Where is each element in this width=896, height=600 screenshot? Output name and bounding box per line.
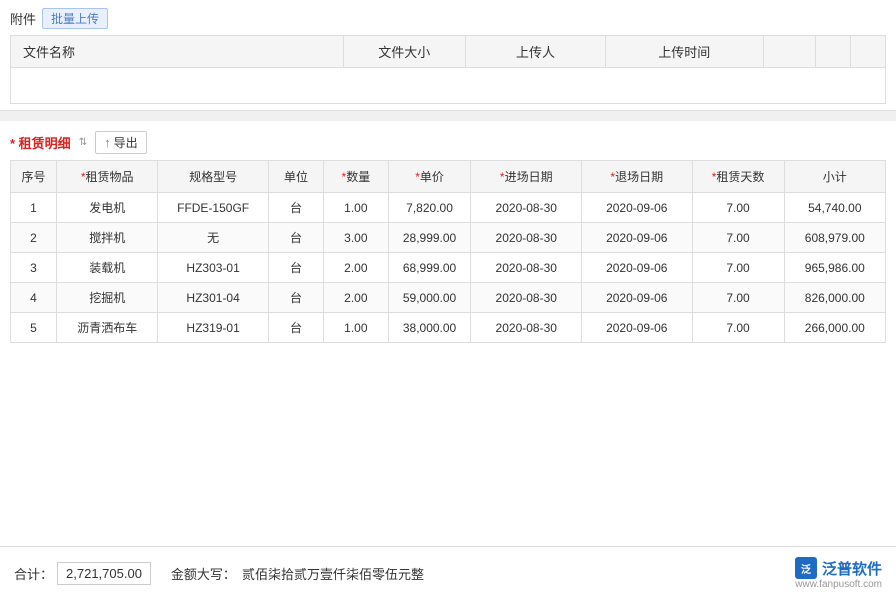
cell-unit: 台 <box>268 313 323 343</box>
cell-entry_date: 2020-08-30 <box>471 253 582 283</box>
total-label: 合计： <box>14 564 53 583</box>
rental-section: 租赁明细 ⇅ ↑ 导出 序号 *租赁物品 规格型号 单位 *数量 *单价 *进场… <box>0 121 896 546</box>
col-price: *单价 <box>388 161 471 193</box>
cell-price: 28,999.00 <box>388 223 471 253</box>
cell-exit_date: 2020-09-06 <box>582 193 693 223</box>
cell-price: 59,000.00 <box>388 283 471 313</box>
cell-seq: 4 <box>11 283 57 313</box>
col-days: *租赁天数 <box>692 161 784 193</box>
cell-exit_date: 2020-09-06 <box>582 253 693 283</box>
cell-unit: 台 <box>268 223 323 253</box>
attach-col-filename: 文件名称 <box>11 36 344 68</box>
col-spec: 规格型号 <box>158 161 269 193</box>
attach-col-time: 上传时间 <box>606 36 764 68</box>
cell-days: 7.00 <box>692 283 784 313</box>
cell-entry_date: 2020-08-30 <box>471 283 582 313</box>
cell-price: 68,999.00 <box>388 253 471 283</box>
attachment-table: 文件名称 文件大小 上传人 上传时间 <box>10 35 886 104</box>
cell-spec: HZ301-04 <box>158 283 269 313</box>
cell-exit_date: 2020-09-06 <box>582 283 693 313</box>
section-gap <box>0 111 896 121</box>
rental-title: 租赁明细 <box>10 133 71 152</box>
attachment-label: 附件 <box>10 9 36 28</box>
col-subtotal: 小计 <box>784 161 885 193</box>
logo-area: 泛 泛普软件 www.fanpusoft.com <box>795 557 882 590</box>
cell-price: 7,820.00 <box>388 193 471 223</box>
amount-value: 贰佰柒拾贰万壹仟柒佰零伍元整 <box>242 564 424 583</box>
cell-spec: 无 <box>158 223 269 253</box>
attachment-section: 附件 批量上传 文件名称 文件大小 上传人 上传时间 <box>0 0 896 111</box>
cell-subtotal: 54,740.00 <box>784 193 885 223</box>
export-icon: ↑ <box>104 135 111 150</box>
cell-price: 38,000.00 <box>388 313 471 343</box>
logo-text: 泛 泛普软件 <box>795 557 882 579</box>
cell-seq: 2 <box>11 223 57 253</box>
rental-header: 租赁明细 ⇅ ↑ 导出 <box>10 131 886 154</box>
export-button[interactable]: ↑ 导出 <box>95 131 147 154</box>
cell-qty: 1.00 <box>324 193 388 223</box>
cell-item: 发电机 <box>57 193 158 223</box>
cell-days: 7.00 <box>692 193 784 223</box>
col-item: *租赁物品 <box>57 161 158 193</box>
table-row: 3装载机HZ303-01台2.0068,999.002020-08-302020… <box>11 253 886 283</box>
attachment-header: 附件 批量上传 <box>10 8 886 29</box>
cell-spec: FFDE-150GF <box>158 193 269 223</box>
cell-item: 沥青洒布车 <box>57 313 158 343</box>
cell-exit_date: 2020-09-06 <box>582 313 693 343</box>
cell-spec: HZ303-01 <box>158 253 269 283</box>
cell-item: 搅拌机 <box>57 223 158 253</box>
cell-qty: 2.00 <box>324 283 388 313</box>
attach-col-op2 <box>816 36 851 68</box>
col-unit: 单位 <box>268 161 323 193</box>
sort-icon[interactable]: ⇅ <box>79 137 87 148</box>
cell-days: 7.00 <box>692 223 784 253</box>
attach-col-op3 <box>851 36 886 68</box>
rental-table: 序号 *租赁物品 规格型号 单位 *数量 *单价 *进场日期 *退场日期 *租赁… <box>10 160 886 343</box>
footer-total: 合计： 2,721,705.00 <box>14 562 151 585</box>
cell-subtotal: 608,979.00 <box>784 223 885 253</box>
footer-amount: 金额大写： 贰佰柒拾贰万壹仟柒佰零伍元整 <box>171 564 424 583</box>
cell-spec: HZ319-01 <box>158 313 269 343</box>
logo-name: 泛普软件 <box>822 558 882 579</box>
logo-icon: 泛 <box>795 557 817 579</box>
col-entry-date: *进场日期 <box>471 161 582 193</box>
cell-days: 7.00 <box>692 253 784 283</box>
cell-qty: 2.00 <box>324 253 388 283</box>
cell-subtotal: 266,000.00 <box>784 313 885 343</box>
amount-label: 金额大写： <box>171 564 236 583</box>
cell-entry_date: 2020-08-30 <box>471 313 582 343</box>
attach-row-empty <box>11 68 886 104</box>
cell-seq: 3 <box>11 253 57 283</box>
cell-qty: 3.00 <box>324 223 388 253</box>
col-seq: 序号 <box>11 161 57 193</box>
table-row: 2搅拌机无台3.0028,999.002020-08-302020-09-067… <box>11 223 886 253</box>
cell-unit: 台 <box>268 193 323 223</box>
attach-col-size: 文件大小 <box>343 36 466 68</box>
cell-exit_date: 2020-09-06 <box>582 223 693 253</box>
cell-seq: 1 <box>11 193 57 223</box>
cell-unit: 台 <box>268 283 323 313</box>
cell-days: 7.00 <box>692 313 784 343</box>
attach-col-uploader: 上传人 <box>466 36 606 68</box>
cell-entry_date: 2020-08-30 <box>471 193 582 223</box>
cell-unit: 台 <box>268 253 323 283</box>
batch-upload-button[interactable]: 批量上传 <box>42 8 108 29</box>
cell-seq: 5 <box>11 313 57 343</box>
cell-entry_date: 2020-08-30 <box>471 223 582 253</box>
cell-subtotal: 965,986.00 <box>784 253 885 283</box>
table-row: 1发电机FFDE-150GF台1.007,820.002020-08-30202… <box>11 193 886 223</box>
cell-item: 装载机 <box>57 253 158 283</box>
cell-item: 挖掘机 <box>57 283 158 313</box>
footer: 合计： 2,721,705.00 金额大写： 贰佰柒拾贰万壹仟柒佰零伍元整 泛 … <box>0 546 896 600</box>
export-label: 导出 <box>114 134 138 151</box>
col-qty: *数量 <box>324 161 388 193</box>
table-row: 4挖掘机HZ301-04台2.0059,000.002020-08-302020… <box>11 283 886 313</box>
total-value: 2,721,705.00 <box>57 562 151 585</box>
table-row: 5沥青洒布车HZ319-01台1.0038,000.002020-08-3020… <box>11 313 886 343</box>
logo-subtitle: www.fanpusoft.com <box>795 579 882 590</box>
cell-qty: 1.00 <box>324 313 388 343</box>
cell-subtotal: 826,000.00 <box>784 283 885 313</box>
col-exit-date: *退场日期 <box>582 161 693 193</box>
attach-col-op1 <box>763 36 816 68</box>
